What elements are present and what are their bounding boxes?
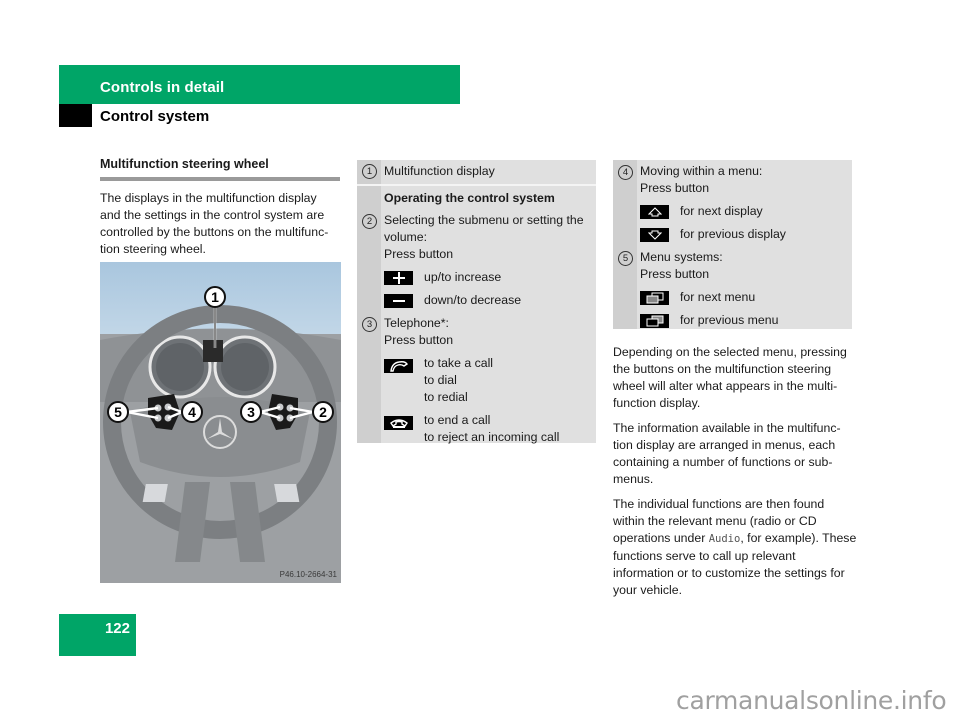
item-number-1: 1 bbox=[362, 164, 377, 179]
button-label: for next menu bbox=[680, 290, 756, 304]
page-number: 122 bbox=[104, 620, 130, 637]
row-text: Telephone*: bbox=[384, 316, 449, 330]
button-row-pickup: to take a call to dial to redial bbox=[357, 355, 596, 406]
arrow-down-icon bbox=[640, 228, 669, 242]
steering-wheel-photo: 1 5 4 3 2 P46.10-2664-31 bbox=[100, 262, 341, 583]
row-text: Moving within a menu: bbox=[640, 164, 763, 178]
minus-icon bbox=[384, 294, 413, 308]
steering-wheel-illustration: 1 5 4 3 2 P46.10-2664-31 bbox=[100, 262, 341, 583]
button-row-next-menu: for next menu bbox=[613, 289, 852, 306]
button-row-up: up/to increase bbox=[357, 269, 596, 286]
next-menu-icon bbox=[640, 291, 669, 305]
button-label: up/to increase bbox=[424, 270, 502, 284]
paragraph-functions: The individual functions are then found … bbox=[613, 496, 858, 599]
table-heading: Operating the control system bbox=[384, 191, 555, 205]
plus-icon bbox=[384, 271, 413, 285]
button-row-next-display: for next display bbox=[613, 203, 852, 220]
button-row-hangup: to end a call to reject an incoming call bbox=[357, 412, 596, 446]
callout-4: 4 bbox=[181, 401, 203, 423]
item-number-5: 5 bbox=[618, 251, 633, 266]
item-number-3: 3 bbox=[362, 317, 377, 332]
page-number-tab: 122 bbox=[59, 614, 136, 656]
button-label: for next display bbox=[680, 204, 763, 218]
svg-text:1: 1 bbox=[211, 289, 219, 305]
row-text: Selecting the submenu or setting the vol… bbox=[384, 213, 584, 244]
button-row-previous-display: for previous display bbox=[613, 226, 852, 243]
watermark: carmanualsonline.info bbox=[676, 686, 947, 715]
paragraph-menu-effect: Depending on the selected menu, pressing… bbox=[613, 345, 847, 410]
press-button-text: Press button bbox=[640, 181, 710, 195]
paragraph-menu-structure: The information available in the multifu… bbox=[613, 421, 841, 486]
arrow-up-icon bbox=[640, 205, 669, 219]
table-row-telephone: 3 Telephone*: Press button bbox=[357, 309, 596, 349]
row-text: Menu systems: bbox=[640, 250, 723, 264]
section-title: Control system bbox=[100, 108, 210, 125]
table-row-menu-navigation: 4 Moving within a menu: Press button bbox=[613, 160, 852, 197]
chapter-title: Controls in detail bbox=[100, 79, 225, 96]
button-label: to take a call bbox=[424, 356, 494, 370]
svg-text:4: 4 bbox=[188, 404, 196, 420]
subsection-heading: Multifunction steering wheel bbox=[100, 156, 340, 181]
button-label: for previous display bbox=[680, 227, 786, 241]
explanation-column: Depending on the selected menu, pressing… bbox=[613, 344, 858, 607]
item-number-4: 4 bbox=[618, 165, 633, 180]
button-label: to redial bbox=[424, 390, 468, 404]
press-button-text: Press button bbox=[640, 267, 710, 281]
button-label: to end a call bbox=[424, 413, 491, 427]
callout-1: 1 bbox=[204, 286, 226, 308]
button-row-down: down/to decrease bbox=[357, 292, 596, 309]
section-marker bbox=[59, 104, 92, 127]
table-row-menu-systems: 5 Menu systems: Press button bbox=[613, 243, 852, 283]
button-row-previous-menu: for previous menu bbox=[613, 312, 852, 329]
svg-text:5: 5 bbox=[114, 404, 122, 420]
controls-table-1: 1 Multifunction display Operating the co… bbox=[357, 160, 596, 446]
press-button-text: Press button bbox=[384, 333, 454, 347]
svg-text:3: 3 bbox=[247, 404, 255, 420]
callout-5: 5 bbox=[107, 401, 129, 423]
intro-column: Multifunction steering wheel The display… bbox=[100, 156, 340, 258]
button-label: to reject an incoming call bbox=[424, 430, 560, 444]
previous-menu-icon bbox=[640, 314, 669, 328]
table-row-volume: 2 Selecting the submenu or setting the v… bbox=[357, 207, 596, 263]
row-text: Multifunction display bbox=[384, 164, 495, 178]
phone-hangup-icon bbox=[384, 416, 413, 430]
item-number-2: 2 bbox=[362, 214, 377, 229]
table-row-heading: Operating the control system bbox=[357, 186, 596, 207]
callout-2: 2 bbox=[312, 401, 334, 423]
callout-3: 3 bbox=[240, 401, 262, 423]
display-term-audio: Audio bbox=[708, 533, 741, 545]
svg-text:2: 2 bbox=[319, 404, 327, 420]
button-label: for previous menu bbox=[680, 313, 779, 327]
press-button-text: Press button bbox=[384, 247, 454, 261]
photo-caption-code: P46.10-2664-31 bbox=[280, 570, 338, 579]
intro-paragraph: The displays in the multifunction displa… bbox=[100, 191, 329, 256]
phone-pickup-icon bbox=[384, 359, 413, 373]
controls-table-2: 4 Moving within a menu: Press button for… bbox=[613, 160, 852, 329]
button-label: to dial bbox=[424, 373, 457, 387]
button-label: down/to decrease bbox=[424, 293, 522, 307]
table-row-multifunction-display: 1 Multifunction display bbox=[357, 160, 596, 186]
